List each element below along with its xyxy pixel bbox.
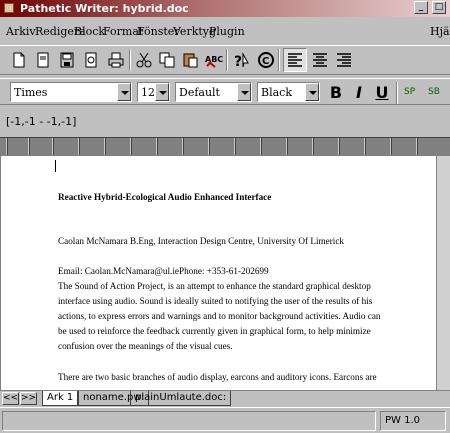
ruler-mark <box>208 138 210 155</box>
document-line: Caolan McNamara B.Eng, Interaction Desig… <box>58 236 345 246</box>
menu-block[interactable]: Block <box>74 25 105 38</box>
paste-icon[interactable] <box>180 50 200 70</box>
status-mode: PW 1.0 <box>380 411 446 431</box>
svg-text:ABC: ABC <box>205 55 223 64</box>
tab-ark1[interactable]: Ark 1 <box>42 391 79 406</box>
document-line: actions, to express errors and warnings … <box>58 311 381 321</box>
ruler[interactable] <box>0 137 450 156</box>
ruler-mark <box>78 138 80 155</box>
ruler-mark <box>390 138 392 155</box>
ruler-mark <box>338 138 340 155</box>
chevron-down-icon[interactable] <box>117 83 131 101</box>
ruler-mark <box>156 138 158 155</box>
ruler-mark <box>364 138 366 155</box>
save-disk-icon[interactable] <box>57 50 77 70</box>
new-document-icon[interactable] <box>9 50 29 70</box>
bold-button[interactable]: B <box>326 82 346 104</box>
ruler-mark <box>234 138 236 155</box>
document-line: There are two basic branches of audio di… <box>58 372 377 382</box>
selection-range-bar: [-1,-1 - -1,-1] <box>0 106 450 136</box>
font-family-value: Times <box>14 86 48 99</box>
print-preview-icon[interactable] <box>81 50 101 70</box>
font-size-value: 12 <box>141 86 155 99</box>
chevron-down-icon[interactable] <box>155 83 169 101</box>
ruler-mark <box>104 138 106 155</box>
ruler-mark <box>28 138 30 155</box>
text-cursor <box>55 160 56 172</box>
title-bar: Pathetic Writer: hybrid.doc _ □ <box>0 0 450 17</box>
ruler-mark <box>416 138 418 155</box>
toolbar-separator <box>129 49 131 71</box>
format-toolbar: Times 12 Default Black B I U SP SB <box>0 78 450 105</box>
toolbar-separator <box>226 49 228 71</box>
superscript-button[interactable]: SP <box>404 87 415 97</box>
italic-button[interactable]: I <box>349 82 369 104</box>
align-right-icon[interactable] <box>334 50 354 70</box>
copyright-icon[interactable]: C <box>256 50 276 70</box>
app-icon <box>4 3 14 13</box>
underline-button[interactable]: U <box>372 82 392 104</box>
cut-icon[interactable] <box>134 50 154 70</box>
document-line: confusion over the meanings of the visua… <box>58 341 233 351</box>
paragraph-style-select[interactable]: Default <box>175 82 252 102</box>
tab-plain-umlaute[interactable]: plainUmlaute.doc: <box>130 391 232 406</box>
ruler-mark <box>130 138 132 155</box>
minimize-icon[interactable]: _ <box>414 1 428 14</box>
ruler-mark <box>52 138 54 155</box>
status-message <box>2 411 376 431</box>
svg-text:?: ? <box>234 54 242 70</box>
document-line: interface using audio. Sound is ideally … <box>58 296 373 306</box>
copy-icon[interactable] <box>157 50 177 70</box>
document-title: Reactive Hybrid-Ecological Audio Enhance… <box>58 192 272 202</box>
window-title: Pathetic Writer: hybrid.doc <box>20 2 189 15</box>
toolbar-separator <box>278 49 280 71</box>
first-sheet-button[interactable]: << <box>2 392 19 405</box>
align-left-icon[interactable] <box>283 48 307 72</box>
svg-text:C: C <box>262 56 269 67</box>
menu-plugin[interactable]: Plugin <box>209 25 245 38</box>
document-line: be used to reinforce the feedback curren… <box>58 326 371 336</box>
align-center-icon[interactable] <box>310 50 330 70</box>
selection-range: [-1,-1 - -1,-1] <box>6 115 77 128</box>
menu-bar: Arkiv Redigera Block Format Fönster Verk… <box>0 17 450 45</box>
font-family-select[interactable]: Times <box>10 82 132 102</box>
vertical-scrollbar[interactable] <box>436 156 450 390</box>
document-area[interactable]: Reactive Hybrid-Ecological Audio Enhance… <box>0 156 450 390</box>
open-folder-icon[interactable] <box>33 50 53 70</box>
ruler-mark <box>286 138 288 155</box>
main-toolbar: ABC ? C <box>0 45 450 75</box>
menu-arkiv[interactable]: Arkiv <box>6 25 36 38</box>
font-size-select[interactable]: 12 <box>137 82 170 102</box>
spell-check-icon[interactable]: ABC <box>203 50 223 70</box>
status-bar: PW 1.0 <box>0 407 450 433</box>
chevron-down-icon[interactable] <box>237 83 251 101</box>
chevron-down-icon[interactable] <box>305 83 319 101</box>
toolbar-separator <box>396 82 398 104</box>
ruler-mark <box>6 138 8 155</box>
document-line: The Sound of Action Project, is an attem… <box>58 281 371 291</box>
ruler-mark <box>260 138 262 155</box>
next-sheet-button[interactable]: >> <box>20 392 37 405</box>
document-line: Email: Caolan.McNamara@ul.iePhone: +353-… <box>58 266 269 276</box>
menu-help[interactable]: Hjälp <box>430 25 450 38</box>
maximize-icon[interactable]: □ <box>432 1 446 14</box>
ruler-mark <box>312 138 314 155</box>
sheet-tabs-bar: << >> Ark 1 noname.pw: plainUmlaute.doc: <box>0 390 450 406</box>
subscript-button[interactable]: SB <box>428 87 440 97</box>
help-pointer-icon[interactable]: ? <box>232 50 252 70</box>
text-color-value: Black <box>261 86 292 99</box>
paragraph-style-value: Default <box>179 86 220 99</box>
text-color-select[interactable]: Black <box>257 82 320 102</box>
print-icon[interactable] <box>106 50 126 70</box>
ruler-mark <box>182 138 184 155</box>
